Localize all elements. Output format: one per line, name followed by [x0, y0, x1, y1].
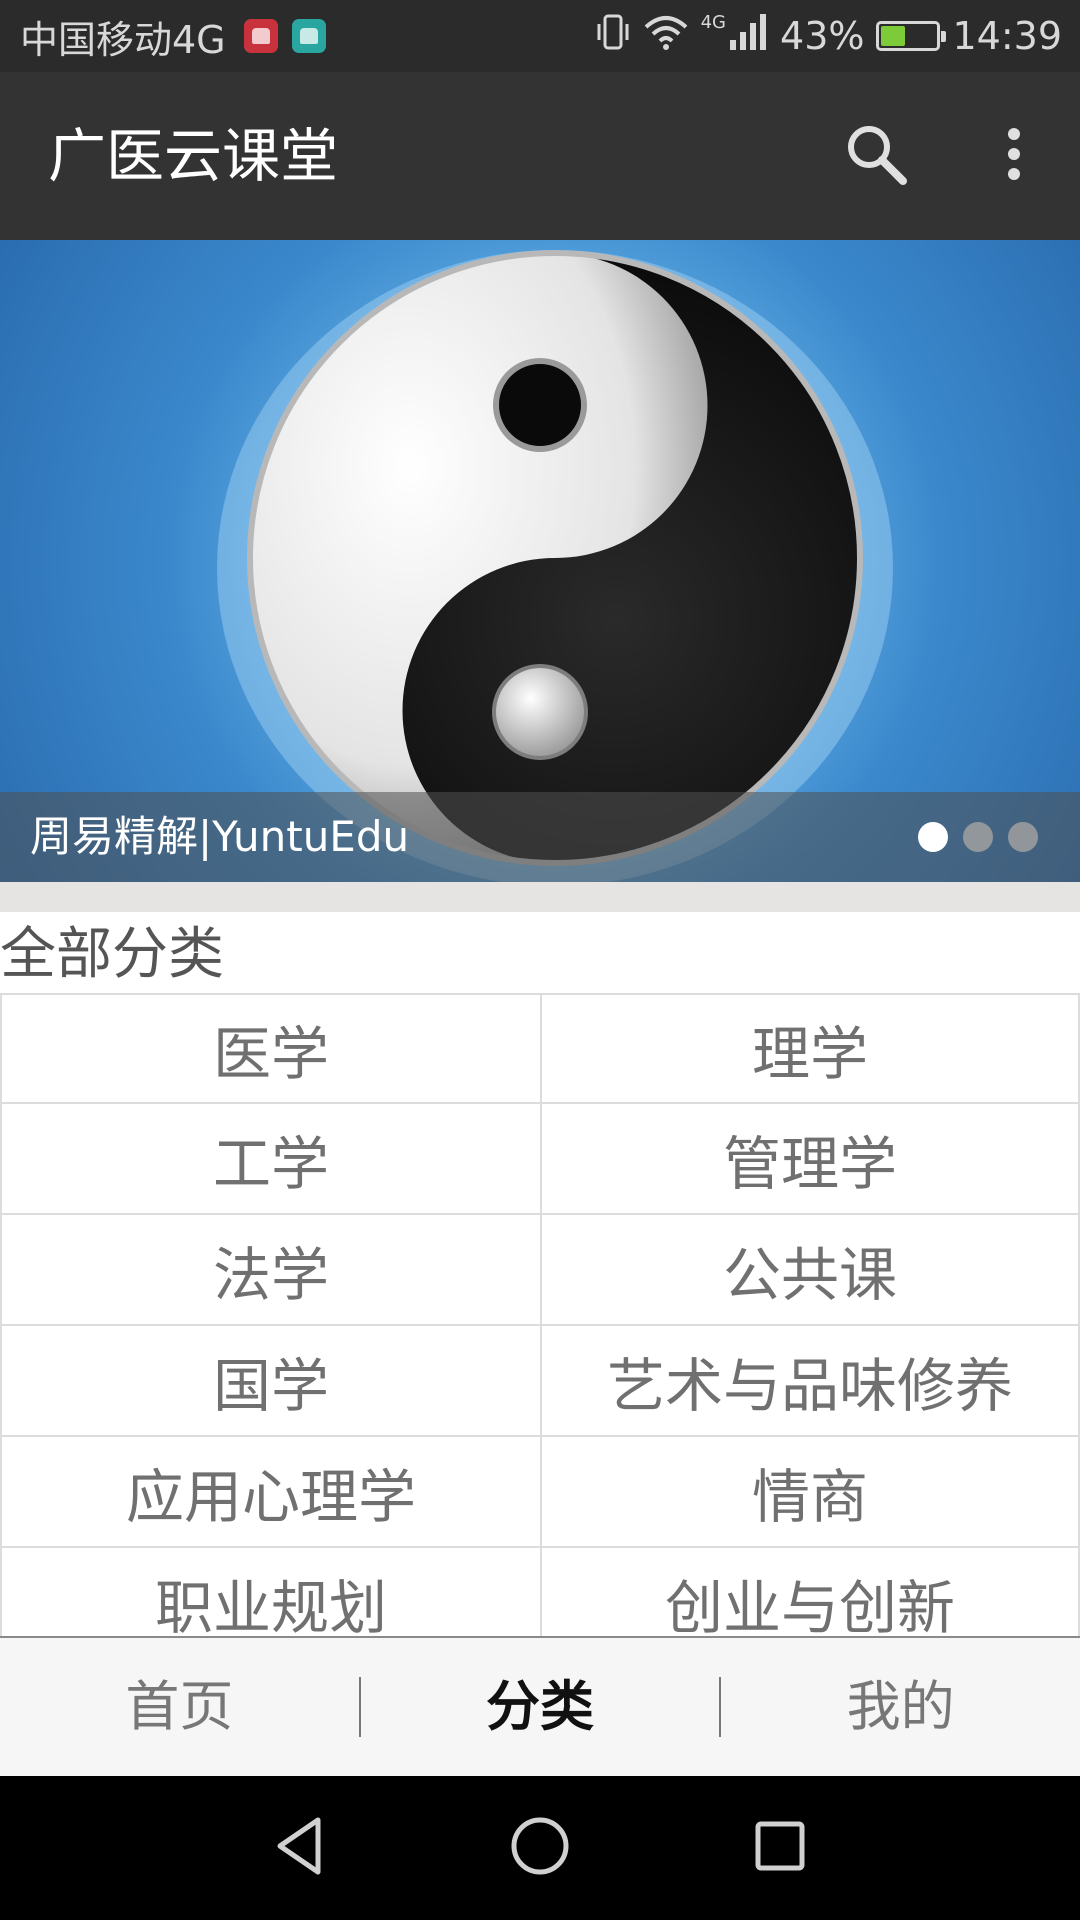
- home-button[interactable]: [490, 1798, 590, 1898]
- category-row: 职业规划 创业与创新: [0, 1548, 1080, 1636]
- category-item[interactable]: 应用心理学: [0, 1437, 540, 1548]
- banner-carousel[interactable]: 周易精解|YuntuEdu: [0, 240, 1080, 882]
- battery-fill: [881, 26, 905, 46]
- category-item[interactable]: 创业与创新: [540, 1548, 1080, 1636]
- banner-caption: 周易精解|YuntuEdu: [30, 812, 410, 861]
- carousel-dot-3[interactable]: [1008, 822, 1038, 852]
- category-item[interactable]: 理学: [540, 993, 1080, 1104]
- category-item[interactable]: 国学: [0, 1326, 540, 1437]
- category-item[interactable]: 情商: [540, 1437, 1080, 1548]
- category-row: 国学 艺术与品味修养: [0, 1326, 1080, 1437]
- status-left: 中国移动4G: [20, 0, 326, 72]
- carousel-indicator: [918, 822, 1038, 852]
- signal-icon: [728, 12, 768, 61]
- yin-yang-image: [217, 250, 893, 882]
- wifi-icon: [643, 13, 689, 60]
- status-bar: 中国移动4G 4G 43% 14:39: [0, 0, 1080, 72]
- category-row: 法学 公共课: [0, 1215, 1080, 1326]
- huawei-app-icon: [243, 19, 278, 53]
- carousel-dot-2[interactable]: [963, 822, 993, 852]
- android-app-icon: [291, 19, 326, 53]
- bottom-tab-bar: 首页 分类 我的: [0, 1636, 1080, 1776]
- category-grid: 医学 理学 工学 管理学 法学 公共课 国学 艺术与品味修养 应用心理学 情商 …: [0, 993, 1080, 1636]
- more-options-button[interactable]: [970, 112, 1058, 200]
- app-bar: 广医云课堂: [0, 72, 1080, 240]
- category-item[interactable]: 艺术与品味修养: [540, 1326, 1080, 1437]
- more-vert-icon: [1004, 126, 1024, 186]
- carrier-label: 中国移动4G: [20, 17, 226, 62]
- category-row: 医学 理学: [0, 993, 1080, 1104]
- back-triangle-icon: [270, 1814, 330, 1882]
- category-row: 工学 管理学: [0, 1104, 1080, 1215]
- home-circle-icon: [508, 1814, 572, 1882]
- recents-square-icon: [750, 1816, 810, 1880]
- system-nav-bar: [0, 1776, 1080, 1920]
- banner-caption-bar: 周易精解|YuntuEdu: [0, 792, 1080, 882]
- app-title: 广医云课堂: [48, 122, 339, 190]
- category-item[interactable]: 医学: [0, 993, 540, 1104]
- recents-button[interactable]: [730, 1798, 830, 1898]
- search-icon: [843, 121, 909, 191]
- section-divider: [0, 882, 1080, 912]
- category-item[interactable]: 工学: [0, 1104, 540, 1215]
- category-item[interactable]: 职业规划: [0, 1548, 540, 1636]
- category-item[interactable]: 公共课: [540, 1215, 1080, 1326]
- search-button[interactable]: [832, 112, 920, 200]
- category-item[interactable]: 法学: [0, 1215, 540, 1326]
- clock: 14:39: [952, 14, 1062, 58]
- vibrate-icon: [595, 12, 631, 61]
- tab-home[interactable]: 首页: [0, 1637, 359, 1777]
- status-right: 4G 43% 14:39: [595, 0, 1062, 72]
- tab-mine[interactable]: 我的: [721, 1637, 1080, 1777]
- category-row: 应用心理学 情商: [0, 1437, 1080, 1548]
- battery-icon: [876, 21, 947, 51]
- back-button[interactable]: [250, 1798, 350, 1898]
- network-type-label: 4G: [700, 11, 727, 33]
- category-item[interactable]: 管理学: [540, 1104, 1080, 1215]
- carousel-dot-1[interactable]: [918, 822, 948, 852]
- battery-percent: 43%: [780, 14, 865, 58]
- section-title: 全部分类: [0, 922, 224, 987]
- tab-category[interactable]: 分类: [361, 1637, 720, 1777]
